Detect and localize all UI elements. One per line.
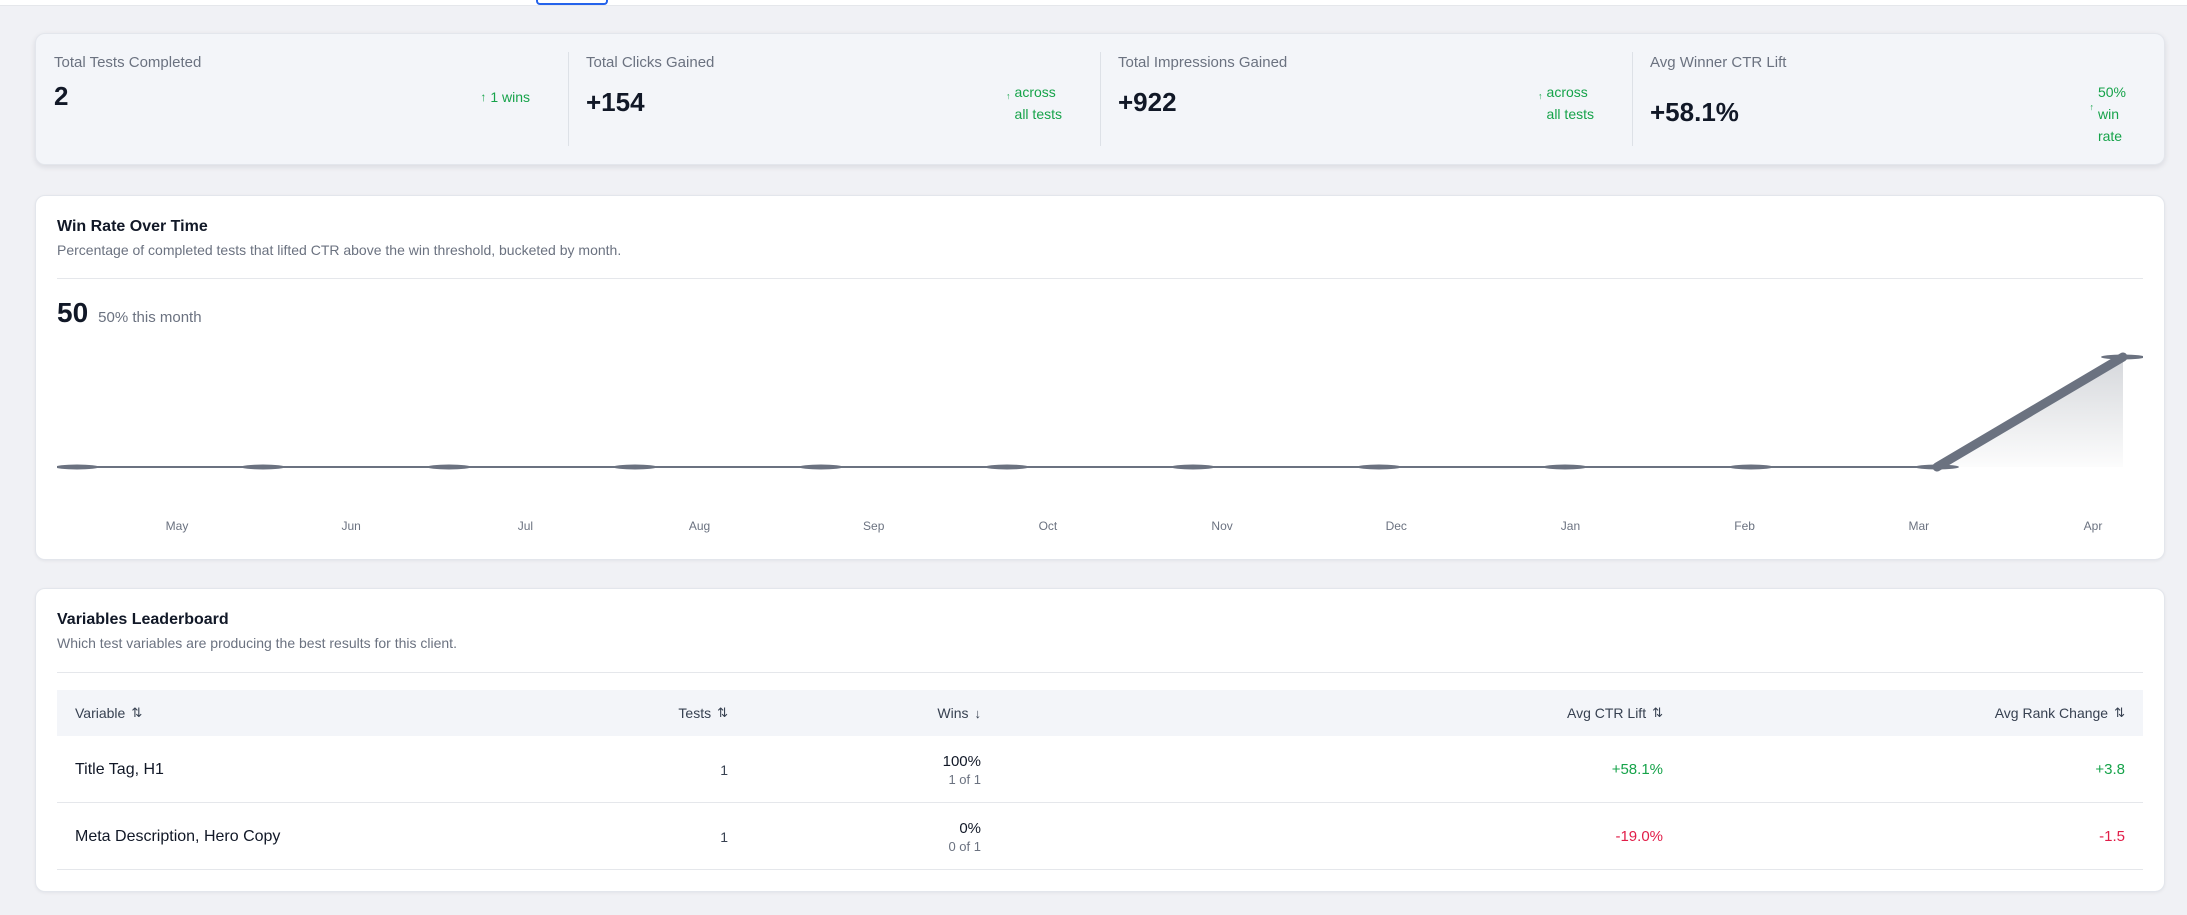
x-tick-label-jul: Jul: [517, 519, 534, 533]
top-tab-strip: [0, 0, 2187, 6]
x-tick-label-jun: Jun: [341, 519, 361, 533]
chart-point-dec[interactable]: [1357, 464, 1401, 470]
column-header-tests[interactable]: Tests ⇅: [678, 705, 728, 721]
leaderboard-table: Variable ⇅ Tests ⇅ Wins ↓ Avg CTR Lift ⇅…: [57, 690, 2143, 870]
chart-point-mar[interactable]: [1915, 464, 1959, 470]
chart-point-jul[interactable]: [427, 464, 471, 470]
stat-trend-text: across all tests: [1546, 84, 1594, 122]
stat-trend-text: 1 wins: [490, 89, 530, 105]
stat-total-impressions: Total Impressions Gained +922 ↑ across a…: [1100, 34, 1632, 164]
stat-value: +154: [586, 87, 645, 117]
stat-avg-ctr-lift: Avg Winner CTR Lift +58.1% ↑ 50% win rat…: [1632, 34, 2164, 164]
x-tick-label-dec: Dec: [1385, 519, 1407, 533]
arrow-up-icon: ↑: [1538, 91, 1543, 101]
sort-icon: ⇅: [2114, 705, 2125, 720]
cell-ctr-lift: +58.1%: [1611, 761, 1663, 778]
chart-point-feb[interactable]: [1729, 464, 1773, 470]
wins-percent: 100%: [942, 752, 981, 770]
x-tick-label-aug: Aug: [688, 519, 711, 533]
column-header-label: Avg Rank Change: [1994, 705, 2109, 721]
cell-rank-change: +3.8: [2095, 761, 2125, 778]
wins-ratio: 1 of 1: [948, 771, 981, 787]
stat-trend: ↑ 50% win rate: [2089, 81, 2126, 147]
chart-point-jan[interactable]: [1543, 464, 1587, 470]
stat-trend-text: 50% win rate: [2097, 84, 2126, 144]
table-row[interactable]: Title Tag, H1 1 100% 1 of 1 +58.1% +3.8: [57, 736, 2143, 803]
chart-point-apr[interactable]: [2101, 354, 2143, 360]
wins-ratio: 0 of 1: [948, 838, 981, 854]
cell-variable: Meta Description, Hero Copy: [75, 827, 281, 845]
chart-divider: [57, 278, 2143, 279]
column-header-label: Variable: [75, 705, 126, 721]
chart-title: Win Rate Over Time: [57, 218, 208, 235]
cell-rank-change: -1.5: [2099, 828, 2125, 845]
chart-point-jun[interactable]: [241, 464, 285, 470]
leaderboard-title: Variables Leaderboard: [57, 611, 229, 628]
x-tick-label-nov: Nov: [1211, 519, 1233, 533]
chart-point-nov[interactable]: [1171, 464, 1215, 470]
x-tick-label-apr: Apr: [2083, 519, 2103, 533]
stat-trend: ↑ across all tests: [1006, 81, 1062, 125]
stat-trend: ↑ 1 wins: [480, 86, 530, 108]
stat-label: Total Clicks Gained: [586, 54, 715, 71]
column-header-wins[interactable]: Wins ↓: [937, 705, 981, 721]
stat-trend: ↑ across all tests: [1538, 81, 1594, 125]
x-tick-label-feb: Feb: [1734, 519, 1755, 533]
wins-percent: 0%: [959, 819, 981, 837]
active-tab-indicator[interactable]: [536, 0, 608, 5]
column-header-label: Avg CTR Lift: [1566, 705, 1647, 721]
stats-summary-card: Total Tests Completed 2 ↑ 1 wins Total C…: [35, 33, 2165, 165]
cell-tests: 1: [720, 828, 728, 845]
x-tick-label-may: May: [165, 519, 189, 533]
x-tick-label-oct: Oct: [1038, 519, 1058, 533]
leaderboard-divider: [57, 672, 2143, 673]
cell-tests: 1: [720, 761, 728, 778]
table-header: Variable ⇅ Tests ⇅ Wins ↓ Avg CTR Lift ⇅…: [57, 690, 2143, 736]
column-header-label: Tests: [678, 705, 712, 721]
chart-point-may[interactable]: [57, 464, 99, 470]
arrow-up-icon: ↑: [480, 90, 487, 104]
stat-label: Total Impressions Gained: [1118, 54, 1288, 71]
chart-series-line: [77, 356, 2124, 468]
chart-point-sep[interactable]: [799, 464, 843, 470]
win-rate-chart: [57, 352, 2143, 472]
cell-variable: Title Tag, H1: [75, 760, 164, 778]
stat-label: Avg Winner CTR Lift: [1650, 54, 1787, 71]
cell-ctr-lift: -19.0%: [1615, 828, 1663, 845]
x-tick-label-jan: Jan: [1560, 519, 1581, 533]
x-axis-labels: May Jun Jul Aug Sep Oct Nov Dec Jan Feb Mar Apr: [57, 519, 2143, 539]
column-header-rank[interactable]: Avg Rank Change ⇅: [1995, 705, 2125, 721]
sort-desc-icon: ↓: [974, 705, 982, 721]
chart-point-aug[interactable]: [613, 464, 657, 470]
arrow-up-icon: ↑: [1006, 91, 1011, 101]
variables-leaderboard-card: Variables Leaderboard Which test variabl…: [35, 588, 2165, 892]
x-tick-label-mar: Mar: [1908, 519, 1930, 533]
stat-total-clicks: Total Clicks Gained +154 ↑ across all te…: [568, 34, 1100, 164]
column-header-label: Wins: [937, 705, 969, 721]
chart-point-oct[interactable]: [985, 464, 1029, 470]
table-row[interactable]: Meta Description, Hero Copy 1 0% 0 of 1 …: [57, 803, 2143, 870]
stat-trend-text: across all tests: [1014, 84, 1062, 122]
stat-label: Total Tests Completed: [54, 54, 202, 71]
stat-value: +922: [1118, 87, 1177, 117]
stat-value: +58.1%: [1650, 97, 1739, 127]
chart-area-fill: [77, 357, 2123, 467]
column-header-ctr[interactable]: Avg CTR Lift ⇅: [1567, 705, 1663, 721]
sort-icon: ⇅: [131, 705, 143, 720]
column-header-variable[interactable]: Variable ⇅: [75, 705, 142, 721]
sort-icon: ⇅: [717, 705, 728, 720]
stat-total-tests: Total Tests Completed 2 ↑ 1 wins: [36, 34, 568, 164]
arrow-up-icon: ↑: [2089, 102, 2094, 112]
chart-subtitle: Percentage of completed tests that lifte…: [57, 242, 622, 258]
stat-value: 2: [54, 81, 69, 111]
sort-icon: ⇅: [1652, 705, 1663, 720]
cell-wins: 0% 0 of 1: [948, 803, 981, 870]
x-tick-label-sep: Sep: [863, 519, 885, 533]
cell-wins: 100% 1 of 1: [943, 736, 981, 803]
win-rate-chart-card: Win Rate Over Time Percentage of complet…: [35, 195, 2165, 560]
leaderboard-subtitle: Which test variables are producing the b…: [57, 635, 457, 651]
